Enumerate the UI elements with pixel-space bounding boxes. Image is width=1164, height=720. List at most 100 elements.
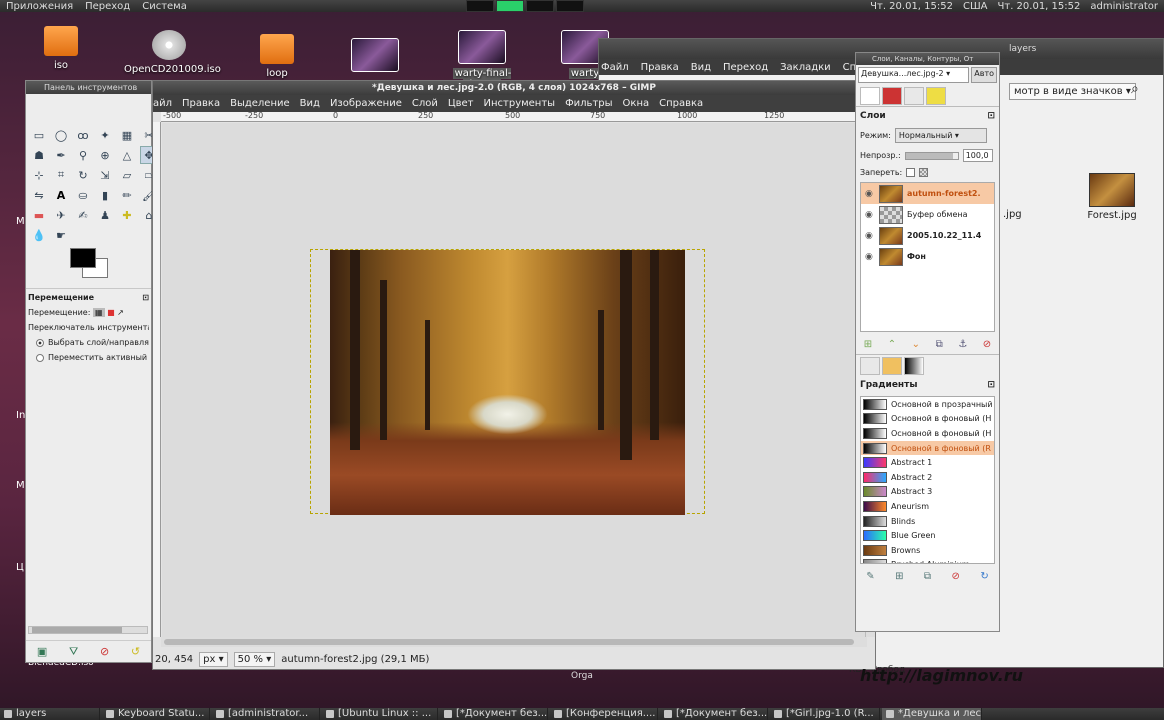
- taskbar-item[interactable]: [Конференция....: [550, 708, 658, 720]
- tab-undo[interactable]: [926, 87, 946, 105]
- lower-layer-icon[interactable]: ⌄: [912, 339, 920, 350]
- gradient-item[interactable]: Abstract 1: [861, 455, 994, 470]
- tab-layers[interactable]: [860, 87, 880, 105]
- restore-options-icon[interactable]: ⛛: [69, 645, 78, 659]
- radio-pick-layer[interactable]: [36, 338, 44, 347]
- visibility-eye-icon[interactable]: ◉: [865, 210, 875, 220]
- menu-edit[interactable]: Правка: [182, 98, 220, 109]
- text-tool-icon[interactable]: A: [52, 186, 70, 204]
- workspace-thumb-3[interactable]: [526, 0, 554, 12]
- color-picker-tool-icon[interactable]: ⚲: [74, 146, 92, 164]
- layer-row[interactable]: ◉ autumn-forest2.: [861, 183, 994, 204]
- visibility-eye-icon[interactable]: ◉: [865, 231, 875, 241]
- gradient-item[interactable]: Основной в прозрачный: [861, 397, 994, 412]
- layer-row[interactable]: ◉ 2005.10.22_11.4: [861, 225, 994, 246]
- clone-tool-icon[interactable]: ♟: [96, 206, 114, 224]
- fm-menu-edit[interactable]: Правка: [641, 62, 679, 73]
- blend-mode-select[interactable]: Нормальный ▾: [894, 128, 987, 143]
- gradient-item[interactable]: Основной в фоновый (H: [861, 426, 994, 441]
- move-selection-mode-icon[interactable]: ■: [107, 308, 115, 317]
- taskbar-item[interactable]: [Ubuntu Linux :: ...: [322, 708, 438, 720]
- paths-tool-icon[interactable]: ✒: [52, 146, 70, 164]
- heal-tool-icon[interactable]: ✚: [118, 206, 136, 224]
- panel-menu-icon[interactable]: ⊡: [987, 380, 995, 390]
- airbrush-tool-icon[interactable]: ✈: [52, 206, 70, 224]
- panel-menu-icon[interactable]: ⊡: [987, 111, 995, 121]
- unit-select[interactable]: px ▾: [199, 651, 228, 667]
- menu-filters[interactable]: Фильтры: [565, 98, 612, 109]
- menu-view[interactable]: Вид: [300, 98, 320, 109]
- gradient-item[interactable]: Browns: [861, 543, 994, 558]
- color-select-tool-icon[interactable]: ▦: [118, 126, 136, 144]
- scrollbar-thumb[interactable]: [164, 639, 854, 645]
- radio-move-active[interactable]: [36, 353, 44, 362]
- workspace-thumb-4[interactable]: [556, 0, 584, 12]
- workspace-thumb-1[interactable]: [466, 0, 494, 12]
- gradient-item[interactable]: Основной в фоновый (R: [861, 440, 994, 456]
- zoom-select[interactable]: 50 % ▾: [233, 651, 276, 667]
- fm-menu-view[interactable]: Вид: [691, 62, 711, 73]
- tab-gradients[interactable]: [904, 357, 924, 375]
- gradient-item[interactable]: Abstract 3: [861, 485, 994, 500]
- lock-alpha-checkbox[interactable]: [919, 168, 929, 177]
- lock-pixels-checkbox[interactable]: [906, 168, 916, 177]
- blur-tool-icon[interactable]: 💧: [30, 226, 48, 244]
- taskbar-item[interactable]: [*Girl.jpg-1.0 (R...: [770, 708, 880, 720]
- fm-menu-go[interactable]: Переход: [723, 62, 768, 73]
- auto-button[interactable]: Авто: [971, 67, 997, 83]
- rotate-tool-icon[interactable]: ↻: [74, 166, 92, 184]
- tab-patterns[interactable]: [882, 357, 902, 375]
- fm-menu-bookmarks[interactable]: Закладки: [780, 62, 831, 73]
- zoom-tool-icon[interactable]: ⊕: [96, 146, 114, 164]
- menu-colors[interactable]: Цвет: [448, 98, 474, 109]
- taskbar-item[interactable]: Keyboard Statu...: [102, 708, 210, 720]
- bucket-fill-tool-icon[interactable]: ⛀: [74, 186, 92, 204]
- fm-menu-file[interactable]: Файл: [601, 62, 629, 73]
- gradient-item[interactable]: Blue Green: [861, 528, 994, 543]
- layer-row[interactable]: ◉ Фон: [861, 246, 994, 267]
- new-gradient-icon[interactable]: ⊞: [895, 571, 903, 582]
- flip-tool-icon[interactable]: ⇋: [30, 186, 48, 204]
- visibility-eye-icon[interactable]: ◉: [865, 189, 875, 199]
- desktop-icon-iso[interactable]: iso: [16, 26, 106, 71]
- ink-tool-icon[interactable]: ✍: [74, 206, 92, 224]
- view-mode-select[interactable]: мотр в виде значков ▾: [1009, 83, 1136, 100]
- file-item[interactable]: .jpg: [1003, 209, 1022, 220]
- image-selector[interactable]: Девушка...лес.jpg-2 ▾: [858, 67, 970, 83]
- gradient-item[interactable]: Основной в фоновый (H: [861, 412, 994, 427]
- taskbar-item[interactable]: [*Документ без...: [440, 708, 548, 720]
- vertical-ruler[interactable]: [153, 122, 161, 637]
- menu-applications[interactable]: Приложения: [6, 1, 73, 12]
- panel-menu-icon[interactable]: ⊡: [142, 293, 149, 302]
- raise-layer-icon[interactable]: ⌃: [888, 339, 896, 350]
- shear-tool-icon[interactable]: ▱: [118, 166, 136, 184]
- move-path-mode-icon[interactable]: ↗: [117, 308, 124, 317]
- crop-tool-icon[interactable]: ⌗: [52, 166, 70, 184]
- edit-gradient-icon[interactable]: ✎: [866, 571, 874, 582]
- gradient-item[interactable]: Abstract 2: [861, 470, 994, 485]
- horizontal-scrollbar[interactable]: [161, 637, 867, 647]
- horizontal-ruler[interactable]: -500 -250 0 250 500 750 1000 1250: [161, 111, 867, 122]
- tab-channels[interactable]: [882, 87, 902, 105]
- layer-row[interactable]: ◉ Буфер обмена: [861, 204, 994, 225]
- menu-layer[interactable]: Слой: [412, 98, 438, 109]
- taskbar-item[interactable]: *Девушка и лес...: [882, 708, 982, 720]
- move-layer-mode-icon[interactable]: ▦: [92, 308, 105, 317]
- menu-places[interactable]: Переход: [85, 1, 130, 12]
- opacity-slider[interactable]: [904, 151, 959, 160]
- taskbar-item[interactable]: [administrator...: [212, 708, 320, 720]
- refresh-gradients-icon[interactable]: ↻: [980, 571, 988, 582]
- gradient-item[interactable]: Aneurism: [861, 499, 994, 514]
- menu-tools[interactable]: Инструменты: [484, 98, 556, 109]
- foreground-color-swatch[interactable]: [70, 248, 96, 268]
- scrollbar-thumb[interactable]: [32, 627, 122, 633]
- gradients-list[interactable]: Основной в прозрачный Основной в фоновый …: [860, 396, 995, 564]
- menu-image[interactable]: Изображение: [330, 98, 402, 109]
- delete-options-icon[interactable]: ⊘: [100, 645, 109, 658]
- tab-paths[interactable]: [904, 87, 924, 105]
- duplicate-layer-icon[interactable]: ⧉: [936, 339, 943, 350]
- new-layer-icon[interactable]: ⊞: [864, 339, 872, 350]
- taskbar-item[interactable]: [*Документ без...: [660, 708, 768, 720]
- file-item-forest[interactable]: Forest.jpg: [1057, 173, 1164, 221]
- image-canvas[interactable]: [162, 123, 867, 637]
